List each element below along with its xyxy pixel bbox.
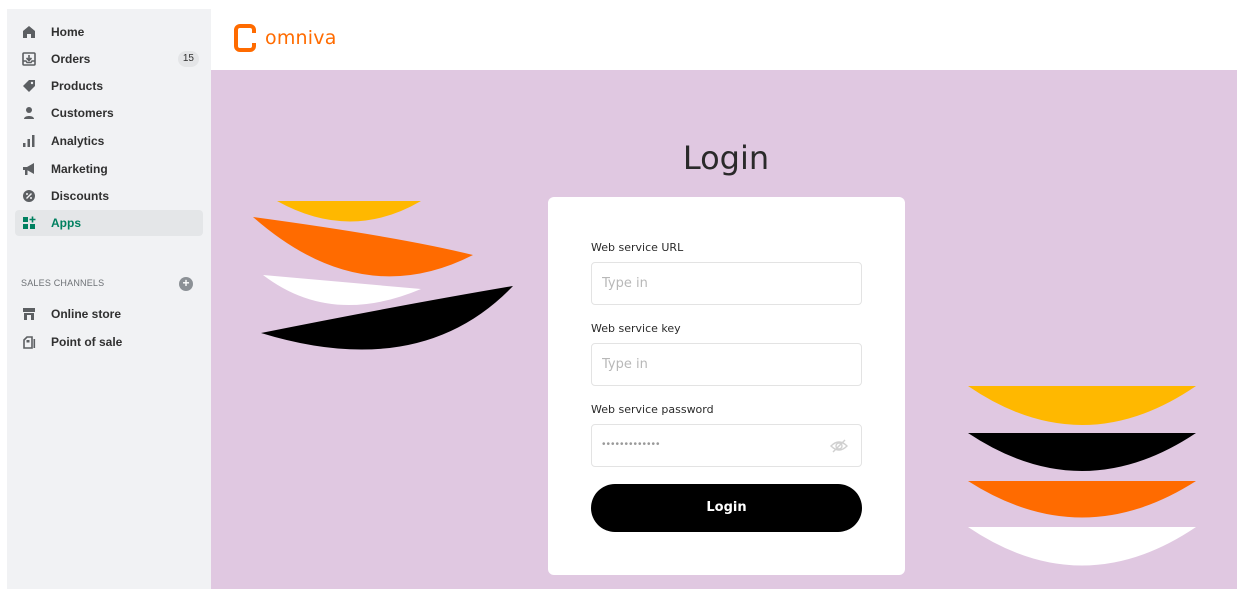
web-service-key-field <box>591 343 862 386</box>
sidebar-item-orders[interactable]: Orders 15 <box>15 46 203 72</box>
black-shape <box>968 433 1196 471</box>
sales-channels-heading: SALES CHANNELS <box>21 278 105 288</box>
web-service-key-label: Web service key <box>591 322 681 335</box>
yellow-shape <box>277 201 421 222</box>
app-header: omniva <box>211 9 1237 70</box>
sidebar-item-products[interactable]: Products <box>15 73 203 99</box>
tag-icon <box>22 79 36 93</box>
sidebar-item-label: Discounts <box>51 189 110 203</box>
white-shape <box>968 527 1196 566</box>
white-shape <box>263 275 421 306</box>
web-service-url-field <box>591 262 862 305</box>
orange-shape <box>253 217 473 277</box>
home-icon <box>22 25 36 39</box>
sidebar-item-home[interactable]: Home <box>15 19 203 45</box>
eye-off-icon[interactable] <box>829 436 849 456</box>
sidebar-item-analytics[interactable]: Analytics <box>15 128 203 154</box>
login-form: Web service URL Web service key Web serv… <box>548 197 905 575</box>
sidebar-item-label: Customers <box>51 106 114 120</box>
right-decorative-shapes <box>968 386 1196 566</box>
orange-shape <box>968 481 1196 518</box>
web-service-password-value[interactable]: ••••••••••••• <box>602 439 661 450</box>
sidebar-item-discounts[interactable]: Discounts <box>15 183 203 209</box>
web-service-url-label: Web service URL <box>591 241 684 254</box>
add-sales-channel-button[interactable]: + <box>179 277 193 291</box>
sidebar-item-marketing[interactable]: Marketing <box>15 156 203 182</box>
sidebar-item-label: Online store <box>51 307 122 321</box>
sidebar: Home Orders 15 Products Customers Analyt… <box>7 9 211 589</box>
sidebar-item-apps[interactable]: Apps <box>15 210 203 236</box>
logo-text: omniva <box>265 27 337 49</box>
login-button[interactable]: Login <box>591 484 862 532</box>
orders-count-badge: 15 <box>177 51 199 67</box>
left-decorative-shapes <box>253 201 513 350</box>
sidebar-item-label: Marketing <box>51 162 108 176</box>
sidebar-item-label: Analytics <box>51 134 105 148</box>
store-icon <box>22 307 36 321</box>
yellow-shape <box>968 386 1196 425</box>
sidebar-item-label: Home <box>51 25 85 39</box>
omniva-logo-mark <box>234 24 258 52</box>
discount-icon <box>22 189 36 203</box>
bar-chart-icon <box>22 134 36 148</box>
web-service-url-input[interactable] <box>592 263 861 304</box>
sidebar-item-label: Point of sale <box>51 335 123 349</box>
web-service-password-field[interactable]: ••••••••••••• <box>591 424 862 467</box>
app-main: omniva Login Web service URL Web service… <box>211 9 1237 589</box>
sidebar-item-online-store[interactable]: Online store <box>15 301 203 327</box>
sidebar-item-label: Products <box>51 79 104 93</box>
omniva-logo[interactable]: omniva <box>234 24 337 52</box>
orders-icon <box>22 52 36 66</box>
megaphone-icon <box>22 162 36 176</box>
apps-icon <box>22 216 36 230</box>
web-service-key-input[interactable] <box>592 344 861 385</box>
sidebar-item-point-of-sale[interactable]: Point of sale <box>15 329 203 355</box>
sidebar-item-label: Orders <box>51 52 91 66</box>
sidebar-item-label: Apps <box>51 216 81 230</box>
pos-icon <box>22 335 36 349</box>
web-service-password-label: Web service password <box>591 403 714 416</box>
sidebar-item-customers[interactable]: Customers <box>15 100 203 126</box>
person-icon <box>22 106 36 120</box>
login-title: Login <box>682 139 770 177</box>
